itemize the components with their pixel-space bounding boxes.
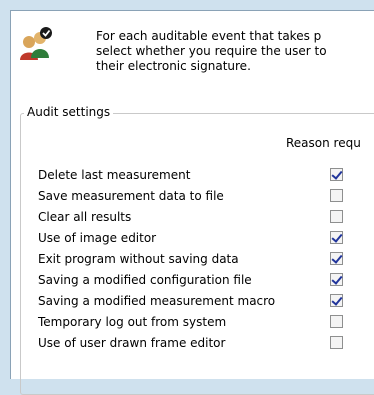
audit-item: Exit program without saving data: [0, 250, 374, 270]
reason-required-header: Reason requ: [286, 136, 361, 150]
audit-item-label: Saving a modified measurement macro: [38, 294, 276, 308]
reason-required-checkbox[interactable]: [330, 252, 343, 265]
reason-required-checkbox[interactable]: [330, 336, 343, 349]
reason-required-checkbox[interactable]: [330, 231, 343, 244]
reason-required-checkbox[interactable]: [330, 315, 343, 328]
audit-item: Save measurement data to file: [0, 187, 374, 207]
audit-item-label: Save measurement data to file: [38, 189, 224, 203]
audit-settings-label: Audit settings: [24, 105, 114, 119]
reason-required-checkbox[interactable]: [330, 210, 343, 223]
audit-item-label: Exit program without saving data: [38, 252, 239, 266]
audit-item-label: Use of image editor: [38, 231, 157, 245]
intro-text: For each auditable event that takes p se…: [96, 29, 327, 73]
audit-item: Temporary log out from system: [0, 313, 374, 333]
audit-item-label: Clear all results: [38, 210, 132, 224]
audit-item: Saving a modified configuration file: [0, 271, 374, 291]
reason-required-checkbox[interactable]: [330, 189, 343, 202]
reason-required-checkbox[interactable]: [330, 168, 343, 181]
reason-required-checkbox[interactable]: [330, 273, 343, 286]
audit-item: Use of image editor: [0, 229, 374, 249]
audit-item-label: Saving a modified configuration file: [38, 273, 252, 287]
audit-item-label: Use of user drawn frame editor: [38, 336, 226, 350]
audit-item: Saving a modified measurement macro: [0, 292, 374, 312]
reason-required-checkbox[interactable]: [330, 294, 343, 307]
users-check-icon: [20, 27, 52, 60]
audit-item: Use of user drawn frame editor: [0, 334, 374, 354]
audit-item-label: Delete last measurement: [38, 168, 191, 182]
audit-item: Clear all results: [0, 208, 374, 228]
audit-item: Delete last measurement: [0, 166, 374, 186]
audit-item-label: Temporary log out from system: [38, 315, 227, 329]
